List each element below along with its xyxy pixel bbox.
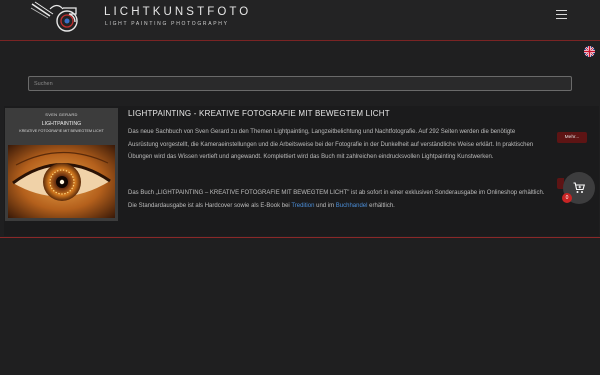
book-cover-author: SVEN GERARD <box>45 112 78 117</box>
brand-tagline: LIGHT PAINTING PHOTOGRAPHY <box>105 21 229 27</box>
product-description: Das neue Sachbuch von Sven Gerard zu den… <box>128 129 534 160</box>
site-header <box>0 0 600 40</box>
buchhandel-link[interactable]: Buchhandel <box>336 203 368 209</box>
product-title: LIGHTPAINTING - KREATIVE FOTOGRAFIE MIT … <box>128 109 390 118</box>
eye-illustration <box>8 145 115 218</box>
uk-flag-icon[interactable] <box>584 46 595 57</box>
shopping-cart-icon <box>573 182 585 193</box>
tredition-link[interactable]: Tredition <box>291 203 314 209</box>
section-divider <box>0 237 600 238</box>
brand-name: LICHTKUNSTFOTO <box>104 6 252 18</box>
book-cover-title: LIGHTPAINTING <box>41 121 82 127</box>
availability-text: und im <box>314 202 336 209</box>
product-availability: Das Buch „LIGHTPAINTING – KREATIVE FOTOG… <box>128 187 546 212</box>
site-logo[interactable] <box>30 1 80 35</box>
header-divider <box>0 40 600 41</box>
availability-text: erhältlich. <box>367 202 395 209</box>
hamburger-menu-icon[interactable] <box>556 10 567 20</box>
book-cover-subtitle: KREATIVE FOTOGRAFIE MIT BEWEGTEM LICHT <box>19 129 104 133</box>
more-button[interactable]: Mehr... <box>557 132 587 143</box>
cart-count-badge: 0 <box>562 193 572 203</box>
book-cover-image[interactable]: SVEN GERARD LIGHTPAINTING KREATIVE FOTOG… <box>5 108 118 221</box>
search-input[interactable] <box>28 76 572 91</box>
